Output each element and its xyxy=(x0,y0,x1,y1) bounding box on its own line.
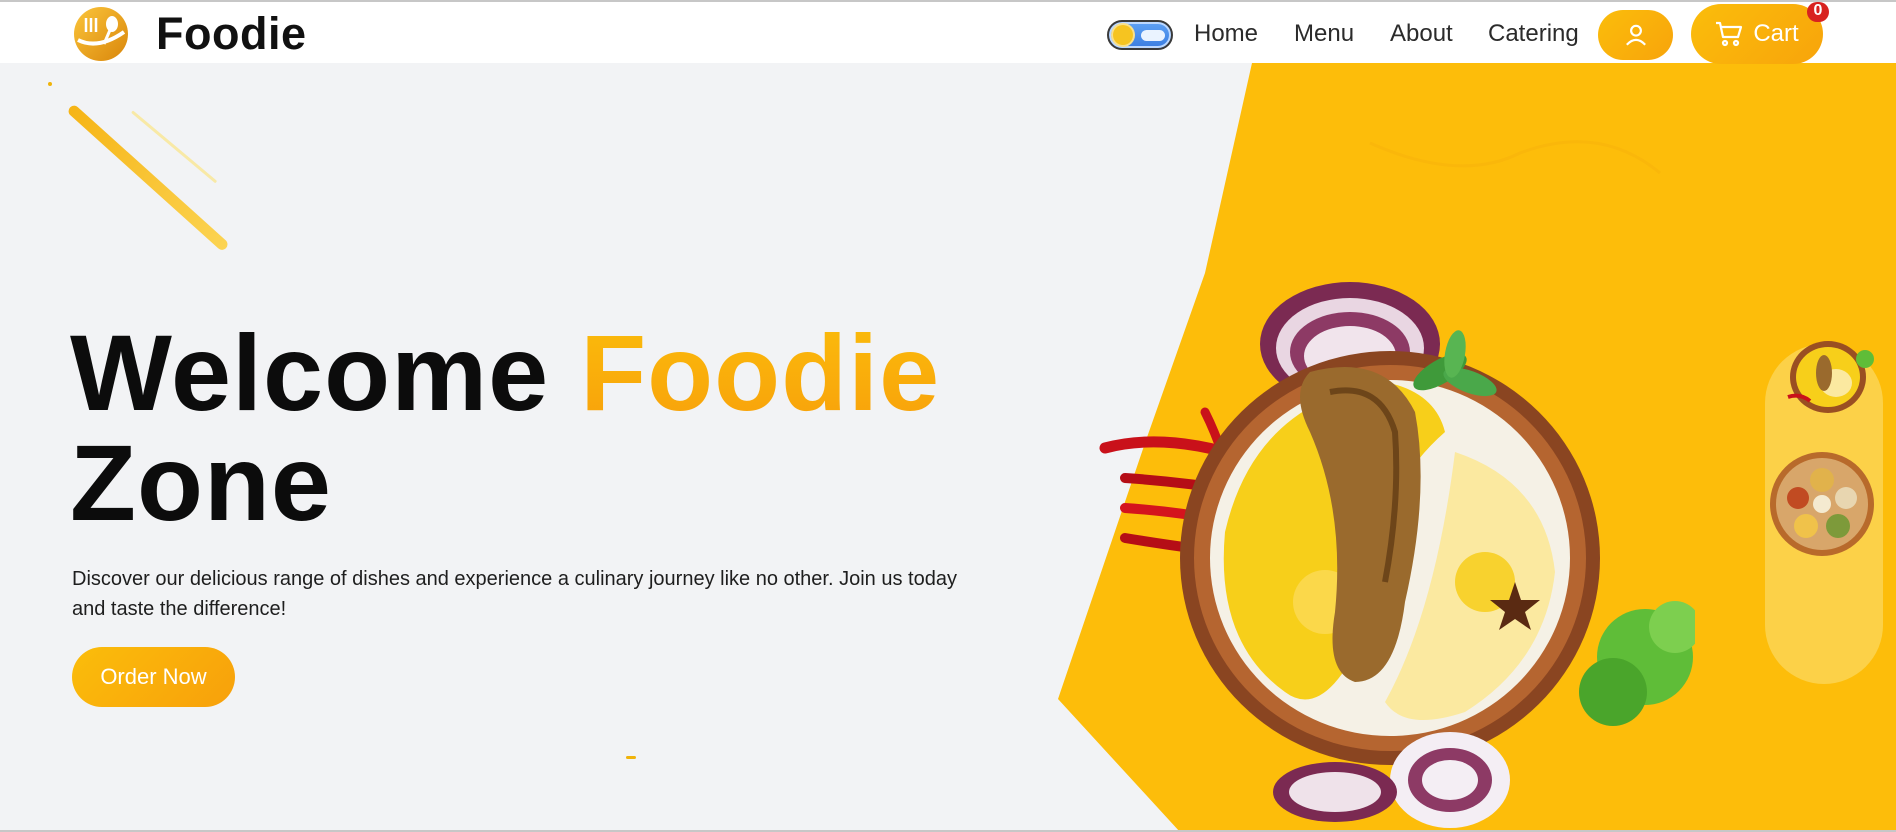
hero-title-part2: Zone xyxy=(70,422,332,543)
dish-thumbnail-biryani[interactable] xyxy=(1780,337,1876,417)
user-icon xyxy=(1625,24,1646,46)
nav-catering[interactable]: Catering xyxy=(1488,19,1579,49)
dish-thumbnail-thali[interactable] xyxy=(1768,450,1876,558)
cart-count-badge: 0 xyxy=(1807,2,1829,22)
nav-home[interactable]: Home xyxy=(1194,19,1258,49)
cart-label: Cart xyxy=(1753,20,1799,47)
hero-title-accent: Foodie xyxy=(580,312,941,433)
hero-title-part1: Welcome xyxy=(70,312,581,433)
top-navbar: Foodie Home Menu About Catering Cart 0 xyxy=(0,2,1896,64)
nav-menu[interactable]: Menu xyxy=(1294,19,1354,49)
account-button[interactable] xyxy=(1598,10,1673,60)
theme-toggle[interactable] xyxy=(1107,20,1173,50)
logo-icon[interactable] xyxy=(72,6,130,62)
biryani-dish-image xyxy=(1099,282,1695,828)
hero-title: Welcome Foodie Zone xyxy=(70,318,940,538)
decor-dot xyxy=(626,756,636,759)
hero-description: Discover our delicious range of dishes a… xyxy=(72,568,957,620)
order-now-button[interactable]: Order Now xyxy=(72,647,235,707)
decor-dot xyxy=(48,82,52,86)
nav-about[interactable]: About xyxy=(1390,19,1453,49)
lettuce-icon xyxy=(1579,601,1695,726)
cloud-icon xyxy=(1141,30,1165,41)
sun-icon xyxy=(1113,25,1133,45)
cart-icon xyxy=(1716,21,1743,47)
brand-name[interactable]: Foodie xyxy=(156,8,306,60)
cart-button[interactable]: Cart xyxy=(1691,4,1823,64)
page: Welcome Foodie Zone Discover our deliciou… xyxy=(0,0,1896,832)
